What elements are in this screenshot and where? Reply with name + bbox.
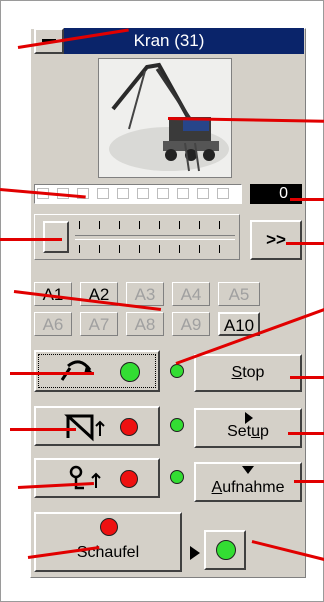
annotation-line: [0, 238, 62, 241]
progress-segment: [97, 188, 109, 199]
slider-tick: [139, 245, 140, 253]
slider-tick: [179, 245, 180, 253]
function-button[interactable]: [34, 406, 160, 446]
aufnahme-button[interactable]: Aufnahme: [194, 462, 302, 502]
slider-tick: [159, 245, 160, 253]
slider-tick: [79, 221, 80, 229]
function-led-icon: [120, 418, 138, 436]
setup-arrow-icon: [245, 412, 253, 424]
accessory-button-a4[interactable]: A4: [172, 282, 210, 306]
slider-tick: [79, 245, 80, 253]
annotation-line: [294, 480, 324, 483]
forward-button[interactable]: >>: [250, 220, 302, 260]
annotation-line: [10, 372, 94, 375]
aufnahme-mnemonic: A: [211, 479, 223, 496]
setup-label-pre: Set: [227, 423, 252, 440]
progress-segment: [197, 188, 209, 199]
slider-tick: [99, 221, 100, 229]
schaufel-state-button[interactable]: [204, 530, 246, 570]
status-led-2: [170, 418, 184, 432]
slider-tick: [139, 221, 140, 229]
setup-button[interactable]: Setup: [194, 408, 302, 448]
status-led-1: [170, 364, 184, 378]
schaufel-state-led-icon: [216, 540, 236, 560]
annotation-line: [288, 432, 324, 435]
slider-track: [75, 235, 235, 240]
aufnahme-label-rest: ufnahme: [222, 479, 285, 496]
slider-tick: [219, 245, 220, 253]
accessory-button-a9[interactable]: A9: [172, 312, 210, 336]
aufnahme-arrow-icon: [242, 466, 254, 474]
setup-mnemonic: u: [251, 423, 260, 440]
coupler-button[interactable]: [34, 458, 160, 498]
direction-button[interactable]: [34, 350, 160, 392]
setup-label-post: p: [260, 423, 269, 440]
annotation-line: [290, 198, 324, 201]
accessory-button-a7[interactable]: A7: [80, 312, 118, 336]
coupler-icon: [69, 465, 101, 490]
coupler-led-icon: [120, 470, 138, 488]
speed-slider[interactable]: [34, 214, 240, 260]
expand-arrow-icon[interactable]: [190, 546, 200, 560]
slider-tick: [99, 245, 100, 253]
slider-tick: [119, 245, 120, 253]
slider-tick: [199, 245, 200, 253]
schaufel-button[interactable]: Schaufel: [34, 512, 182, 572]
function-light-icon: [64, 414, 105, 442]
slider-tick: [119, 221, 120, 229]
stop-label-rest: top: [242, 364, 265, 381]
progress-segment: [177, 188, 189, 199]
annotation-line: [286, 242, 324, 245]
reverse-direction-icon: [60, 360, 92, 381]
speed-counter: 0: [250, 184, 302, 204]
window-title: Kran (31): [133, 31, 205, 50]
stop-button[interactable]: Stop: [194, 354, 302, 392]
progress-segment: [217, 188, 229, 199]
progress-segment: [117, 188, 129, 199]
accessory-button-a3[interactable]: A3: [126, 282, 164, 306]
progress-segment: [157, 188, 169, 199]
progress-segment: [137, 188, 149, 199]
stop-mnemonic: S: [231, 364, 243, 381]
slider-tick: [159, 221, 160, 229]
direction-led-icon: [120, 362, 140, 382]
slider-tick: [219, 221, 220, 229]
annotation-line: [10, 428, 76, 431]
annotation-line: [290, 376, 324, 379]
accessory-button-a8[interactable]: A8: [126, 312, 164, 336]
schaufel-led-icon: [100, 518, 118, 536]
title-bar: Kran (31): [34, 28, 304, 54]
accessory-button-a6[interactable]: A6: [34, 312, 72, 336]
slider-thumb[interactable]: [43, 221, 69, 253]
status-led-3: [170, 470, 184, 484]
crane-control-panel: Kran (31) 0 >> A2 A3 A4 A5 A6 A7 A8 A9 A…: [0, 0, 324, 602]
accessory-button-a5[interactable]: A5: [218, 282, 260, 306]
slider-tick: [199, 221, 200, 229]
slider-tick: [179, 221, 180, 229]
